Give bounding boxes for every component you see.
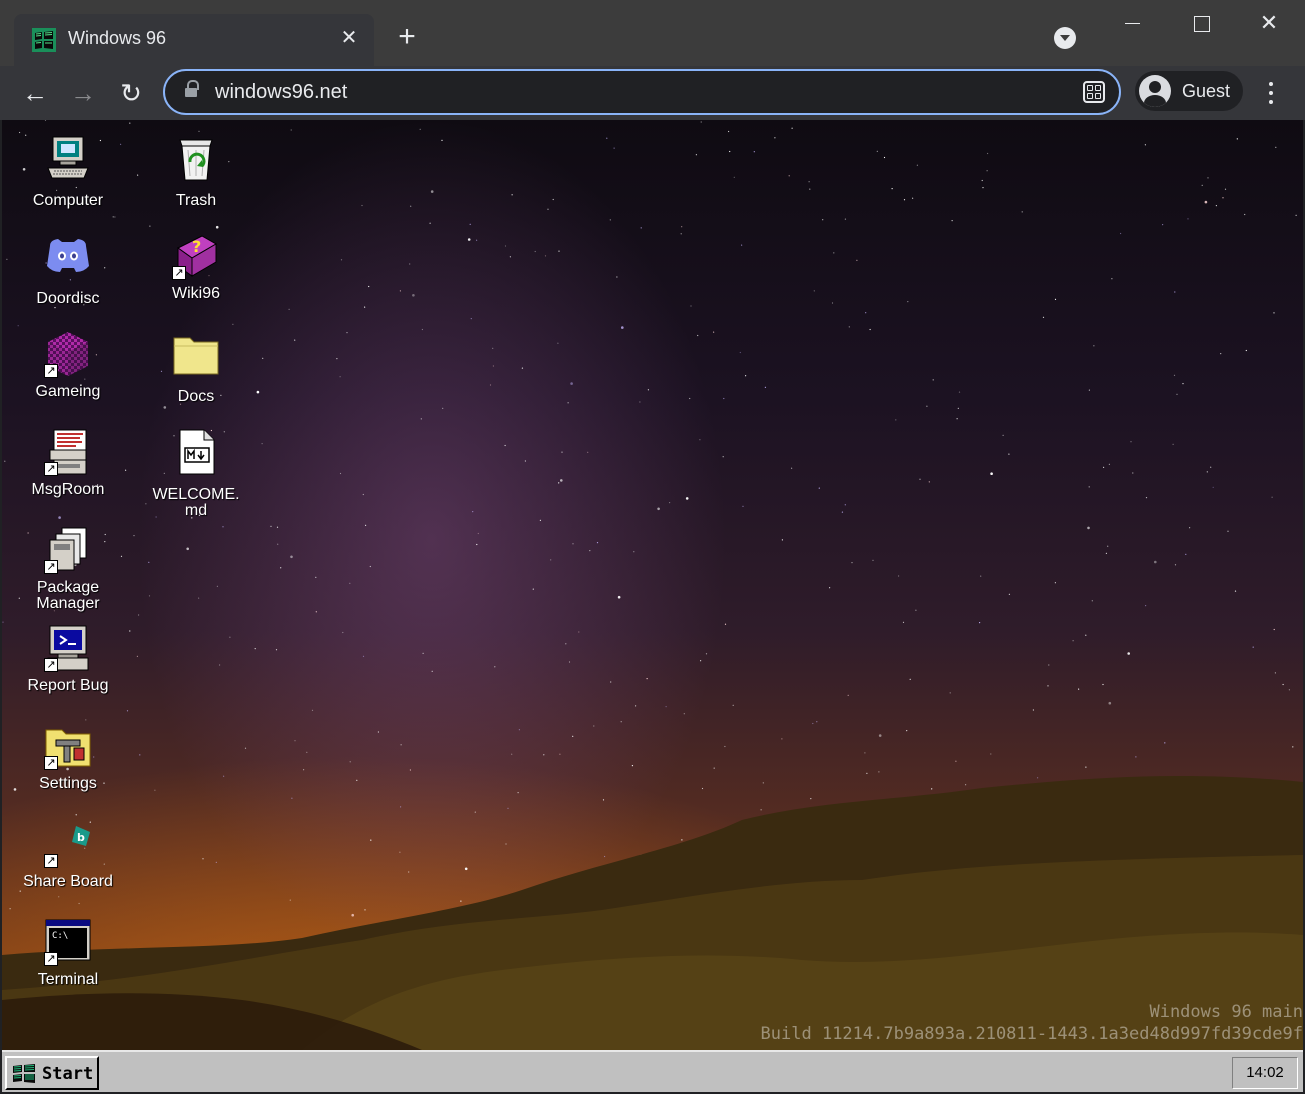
- package-manager-icon: ↗: [44, 526, 92, 574]
- help-book-icon: ? ↗: [172, 232, 220, 280]
- icon-label: Terminal: [37, 971, 99, 988]
- computer-icon: [47, 136, 89, 179]
- shortcut-arrow-icon: ↗: [44, 364, 58, 378]
- icon-label: Settings: [39, 775, 97, 792]
- shortcut-arrow-icon: ↗: [44, 462, 58, 476]
- profile-button[interactable]: Guest: [1135, 71, 1243, 111]
- desktop-icon-welcome-md[interactable]: WELCOME.md: [146, 428, 246, 519]
- desktop-icon-doordisc[interactable]: Doordisc: [18, 232, 118, 307]
- start-button[interactable]: Start: [5, 1056, 99, 1090]
- svg-text:b: b: [77, 831, 85, 844]
- shortcut-arrow-icon: ↗: [44, 952, 58, 966]
- browser-title-bar: Windows 96 ✕ + ✕: [0, 0, 1305, 66]
- start-label: Start: [42, 1064, 94, 1084]
- desktop-icon-settings[interactable]: ↗ Settings: [18, 722, 118, 792]
- window-close-icon[interactable]: ✕: [1249, 8, 1289, 40]
- desktop-icon-msgroom[interactable]: ↗ MsgRoom: [18, 428, 118, 498]
- icon-label: Share Board: [23, 873, 113, 890]
- shortcut-arrow-icon: ↗: [44, 658, 58, 672]
- desktop-icon-wiki96[interactable]: ? ↗ Wiki96: [146, 232, 246, 302]
- tab-search-icon[interactable]: [1054, 27, 1076, 49]
- desktop-icon-trash[interactable]: Trash: [146, 134, 246, 209]
- desktop-icon-computer[interactable]: Computer: [18, 134, 118, 209]
- windows96-favicon-icon: [32, 28, 56, 52]
- lock-icon[interactable]: [185, 80, 199, 99]
- icon-label: Report Bug: [27, 677, 109, 694]
- browser-toolbar: ← → ↻ windows96.net Guest: [0, 66, 1305, 120]
- desktop-icon-terminal[interactable]: C:\ ↗ Terminal: [18, 918, 118, 988]
- svg-text:C:\: C:\: [52, 931, 68, 941]
- icon-label: Package Manager: [36, 579, 100, 612]
- shortcut-arrow-icon: ↗: [44, 560, 58, 574]
- icon-label: Trash: [175, 192, 217, 209]
- icon-label: Docs: [177, 388, 215, 405]
- icon-label: Wiki96: [171, 285, 220, 302]
- desktop-icon-gameing[interactable]: ↗ Gameing: [18, 330, 118, 400]
- address-bar[interactable]: windows96.net: [163, 69, 1121, 115]
- windows96-logo-icon: [13, 1064, 35, 1083]
- icon-label: WELCOME.md: [152, 486, 240, 519]
- msgroom-icon: ↗: [44, 428, 92, 476]
- desktop[interactable]: Computer Doordisc ↗ Gameing ↗ MsgRoom ↗ …: [2, 120, 1303, 1050]
- build-watermark: Windows 96 main Build 11214.7b9a893a.210…: [761, 1002, 1303, 1044]
- maximize-icon[interactable]: [1181, 8, 1221, 40]
- more-menu-icon[interactable]: [1262, 80, 1280, 106]
- doordisc-icon: [47, 239, 89, 272]
- desktop-icon-package-manager[interactable]: ↗ Package Manager: [18, 526, 118, 612]
- watermark-build: Build 11214.7b9a893a.210811-1443.1a3ed48…: [760, 1024, 1303, 1044]
- address-url[interactable]: windows96.net: [215, 81, 347, 104]
- shortcut-arrow-icon: ↗: [44, 756, 58, 770]
- app-grid-icon[interactable]: [1083, 81, 1105, 103]
- avatar-icon: [1139, 75, 1171, 107]
- game-cube-icon: ↗: [44, 330, 92, 378]
- shortcut-arrow-icon: ↗: [172, 266, 186, 280]
- new-tab-icon[interactable]: +: [392, 22, 422, 52]
- profile-name: Guest: [1182, 81, 1231, 101]
- share-board-icon: b ↗: [44, 820, 92, 868]
- report-bug-icon: ↗: [44, 624, 92, 672]
- desktop-icon-report-bug[interactable]: ↗ Report Bug: [18, 624, 118, 694]
- tab-title: Windows 96: [68, 28, 167, 48]
- browser-tab[interactable]: Windows 96 ✕: [14, 14, 374, 66]
- taskbar: Start 14:02: [2, 1050, 1303, 1092]
- desktop-icon-docs[interactable]: Docs: [146, 330, 246, 405]
- forward-arrow-icon[interactable]: →: [66, 76, 100, 110]
- desktop-icon-share-board[interactable]: b ↗ Share Board: [18, 820, 118, 890]
- icon-label: MsgRoom: [31, 481, 105, 498]
- tab-close-icon[interactable]: ✕: [338, 26, 360, 50]
- watermark-title: Windows 96 main: [1149, 1002, 1303, 1022]
- reload-icon[interactable]: ↻: [114, 76, 148, 110]
- shortcut-arrow-icon: ↗: [44, 854, 58, 868]
- folder-icon: [173, 337, 219, 375]
- terminal-icon: C:\ ↗: [44, 918, 92, 966]
- icon-label: Doordisc: [36, 290, 100, 307]
- icon-label: Computer: [32, 192, 104, 209]
- markdown-file-icon: [179, 429, 215, 475]
- back-arrow-icon[interactable]: ←: [18, 76, 52, 110]
- icon-label: Gameing: [35, 383, 101, 400]
- settings-icon: ↗: [44, 722, 92, 770]
- recycle-bin-icon: [179, 139, 213, 181]
- svg-text:?: ?: [192, 237, 201, 256]
- taskbar-clock[interactable]: 14:02: [1232, 1057, 1298, 1089]
- minimize-icon[interactable]: [1113, 8, 1153, 40]
